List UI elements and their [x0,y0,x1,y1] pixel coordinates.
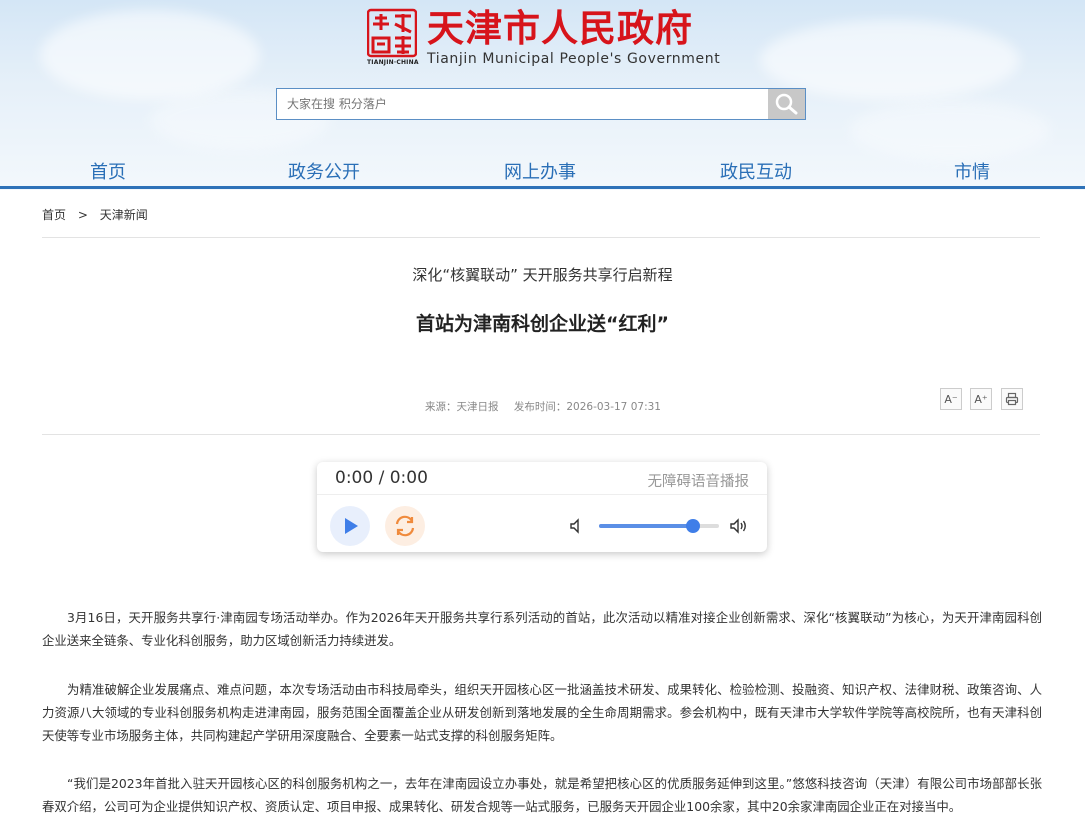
audio-player: 0:00 / 0:00 无障碍语音播报 [317,462,767,552]
site-logo[interactable]: TIANJIN·CHINA 天津市人民政府 Tianjin Municipal … [366,7,721,67]
player-label: 无障碍语音播报 [647,474,750,490]
play-button[interactable] [330,506,370,546]
article-publish-time: 发布时间：2026-03-17 07:31 [513,401,661,413]
article-paragraph: 为精准破解企业发展痛点、难点问题，本次专场活动由市科技局牵头，组织天开园核心区一… [42,682,1042,743]
volume-slider-handle[interactable] [685,519,700,533]
article-subtitle: 深化“核翼联动” 天开服务共享行启新程 [412,266,673,284]
logo-seal-caption: TIANJIN·CHINA [367,59,419,66]
font-smaller-button[interactable]: A⁻ [940,388,962,410]
font-smaller-icon: A⁻ [944,392,958,406]
reload-icon [395,515,415,537]
nav-item-interaction[interactable]: 政民互动 [720,158,792,184]
article-paragraph: “我们是2023年首批入驻天开园核心区的科创服务机构之一，去年在津南园设立办事处… [42,776,1042,814]
search-button[interactable] [768,89,805,119]
volume-slider[interactable] [599,519,719,533]
nav-item-gov-affairs[interactable]: 政务公开 [288,158,360,184]
logo-seal-icon: TIANJIN·CHINA [366,8,418,66]
font-larger-icon: A⁺ [974,392,988,406]
print-button[interactable] [1001,388,1023,410]
breadcrumb-separator: > [77,208,88,222]
nav-item-online-services[interactable]: 网上办事 [504,158,576,184]
breadcrumb: 首页 > 天津新闻 [42,206,148,223]
replay-button[interactable] [385,506,425,546]
site-title: 天津市人民政府 [427,7,693,50]
divider [42,434,1040,435]
article-meta: 来源：天津日报 发布时间：2026-03-17 07:31 [425,399,673,414]
article-source: 来源：天津日报 [425,401,499,413]
player-time: 0:00 / 0:00 [335,468,428,488]
site-header: TIANJIN·CHINA 天津市人民政府 Tianjin Municipal … [0,0,1085,190]
nav-item-city-info[interactable]: 市情 [954,158,990,184]
article-paragraph: 3月16日，天开服务共享行·津南园专场活动举办。作为2026年天开服务共享行系列… [42,610,1042,648]
nav-item-home[interactable]: 首页 [90,158,126,184]
volume-up-icon[interactable] [729,518,749,534]
breadcrumb-home-link[interactable]: 首页 [42,208,66,222]
volume-slider-fill [599,524,693,528]
divider [42,237,1040,238]
search-icon [775,93,798,115]
breadcrumb-current-link[interactable]: 天津新闻 [100,208,148,222]
player-divider [317,494,767,495]
article-title: 首站为津南科创企业送“红利” [416,313,669,335]
font-larger-button[interactable]: A⁺ [970,388,992,410]
search-bar [276,88,806,120]
cloud-decoration [40,10,260,100]
play-icon [345,518,358,534]
nav-underline [0,186,1085,189]
site-title-en: Tianjin Municipal People's Government [427,51,721,67]
volume-mute-icon[interactable] [569,518,585,534]
main-nav: 首页 政务公开 网上办事 政民互动 市情 [0,150,1085,188]
search-input[interactable] [277,89,769,119]
printer-icon [1005,392,1019,406]
